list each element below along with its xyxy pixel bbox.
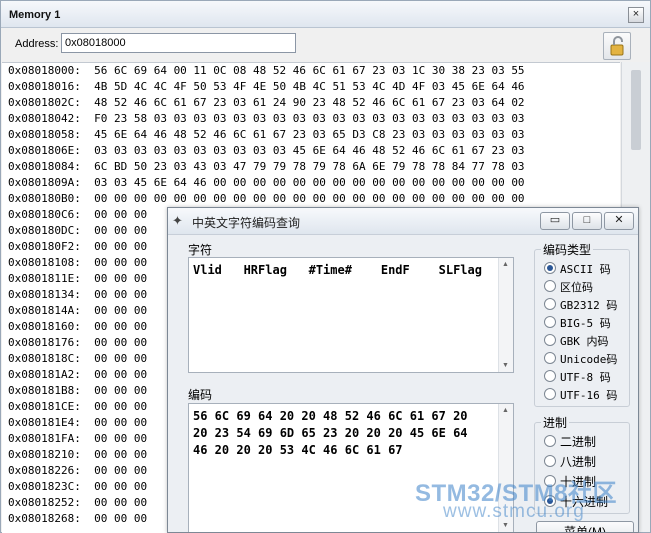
memory-row: 0x08018160: 00 00 00	[8, 320, 148, 333]
wand-icon: ✦	[172, 213, 183, 228]
radio-dot-icon[interactable]	[544, 316, 556, 328]
radio-label: GBK 内码	[560, 335, 609, 348]
memory-row: 0x0801806E: 03 03 03 03 03 03 03 03 03 0…	[8, 144, 525, 157]
address-input[interactable]: 0x08018000	[61, 33, 296, 53]
memory-row: 0x08018210: 00 00 00	[8, 448, 148, 461]
memory-row: 0x080180DC: 00 00 00	[8, 224, 148, 237]
memory-row: 0x08018226: 00 00 00	[8, 464, 148, 477]
radio-option[interactable]: 十六进制	[544, 494, 608, 510]
padlock-open-icon	[610, 36, 624, 56]
radio-label: Unicode码	[560, 353, 618, 366]
radio-option[interactable]: 区位码	[544, 280, 593, 296]
memory-row: 0x0801814A: 00 00 00	[8, 304, 148, 317]
code-label: 编码	[188, 388, 213, 402]
radio-dot-icon[interactable]	[544, 435, 556, 447]
radio-label: UTF-16 码	[560, 389, 618, 402]
memory-scrollbar-thumb[interactable]	[631, 70, 641, 150]
radio-dot-icon[interactable]	[544, 298, 556, 310]
radio-label: 八进制	[560, 455, 597, 469]
radio-dot-icon[interactable]	[544, 352, 556, 364]
radio-label: GB2312 码	[560, 299, 618, 312]
radio-label: UTF-8 码	[560, 371, 611, 384]
radio-option[interactable]: ASCII 码	[544, 262, 611, 278]
radio-dot-icon[interactable]	[544, 475, 556, 487]
memory-row: 0x08018134: 00 00 00	[8, 288, 148, 301]
memory-row: 0x080181B8: 00 00 00	[8, 384, 148, 397]
memory-row: 0x080181A2: 00 00 00	[8, 368, 148, 381]
address-label: Address:	[15, 38, 59, 50]
memory-row: 0x08018268: 00 00 00	[8, 512, 148, 525]
dialog-title: 中英文字符编码查询	[192, 216, 301, 230]
memory-row: 0x080181CE: 00 00 00	[8, 400, 148, 413]
radio-label: BIG-5 码	[560, 317, 611, 330]
lock-button[interactable]	[603, 32, 631, 60]
memory-row: 0x0801802C: 48 52 46 6C 61 67 23 03 61 2…	[8, 96, 525, 109]
radio-option[interactable]: BIG-5 码	[544, 316, 611, 332]
chars-textbox[interactable]: Vlid HRFlag #Time# EndF SLFlag ▲ ▼	[188, 257, 514, 373]
radio-dot-icon[interactable]	[544, 262, 556, 274]
memory-row: 0x0801823C: 00 00 00	[8, 480, 148, 493]
encoding-type-title: 编码类型	[541, 241, 594, 258]
radio-label: 区位码	[560, 281, 593, 294]
memory-close-button[interactable]: ×	[628, 7, 644, 23]
radix-title: 进制	[541, 414, 570, 431]
memory-window-title: Memory 1	[9, 9, 61, 21]
memory-row: 0x08018042: F0 23 58 03 03 03 03 03 03 0…	[8, 112, 525, 125]
memory-row: 0x0801818C: 00 00 00	[8, 352, 148, 365]
scroll-down-icon[interactable]: ▼	[502, 522, 509, 529]
memory-row: 0x080180F2: 00 00 00	[8, 240, 148, 253]
radio-option[interactable]: Unicode码	[544, 352, 617, 368]
chars-label: 字符	[188, 243, 213, 257]
radio-option[interactable]: UTF-16 码	[544, 388, 617, 404]
code-text: 56 6C 69 64 20 20 48 52 46 6C 61 67 20 2…	[193, 409, 468, 457]
memory-row: 0x08018108: 00 00 00	[8, 256, 148, 269]
radio-option[interactable]: GBK 内码	[544, 334, 609, 350]
memory-row: 0x080180B0: 00 00 00 00 00 00 00 00 00 0…	[8, 192, 525, 205]
memory-row: 0x08018000: 56 6C 69 64 00 11 0C 08 48 5…	[8, 64, 525, 77]
scroll-up-icon[interactable]: ▲	[502, 261, 509, 268]
memory-window-titlebar[interactable]: Memory 1 ×	[1, 1, 650, 28]
radio-option[interactable]: GB2312 码	[544, 298, 617, 314]
radio-dot-icon[interactable]	[544, 280, 556, 292]
memory-row: 0x080181E4: 00 00 00	[8, 416, 148, 429]
radio-label: ASCII 码	[560, 263, 611, 276]
memory-row: 0x080180C6: 00 00 00	[8, 208, 148, 221]
radio-dot-icon[interactable]	[544, 388, 556, 400]
dialog-titlebar[interactable]: ✦ 中英文字符编码查询 ▭ □ ✕	[168, 208, 638, 235]
radio-label: 十进制	[560, 475, 597, 489]
radio-option[interactable]: 二进制	[544, 434, 596, 450]
memory-row: 0x08018084: 6C BD 50 23 03 43 03 47 79 7…	[8, 160, 525, 173]
memory-row: 0x08018176: 00 00 00	[8, 336, 148, 349]
maximize-button[interactable]: □	[572, 212, 602, 230]
menu-button[interactable]: 菜单(M)	[536, 521, 634, 532]
chars-scrollbar[interactable]: ▲ ▼	[498, 258, 513, 372]
code-textbox[interactable]: 56 6C 69 64 20 20 48 52 46 6C 61 67 20 2…	[188, 403, 514, 532]
radio-dot-icon[interactable]	[544, 370, 556, 382]
radio-option[interactable]: UTF-8 码	[544, 370, 611, 386]
radio-option[interactable]: 十进制	[544, 474, 596, 490]
scroll-up-icon[interactable]: ▲	[502, 407, 509, 414]
radio-dot-icon[interactable]	[544, 455, 556, 467]
memory-row: 0x08018058: 45 6E 64 46 48 52 46 6C 61 6…	[8, 128, 525, 141]
memory-row: 0x0801811E: 00 00 00	[8, 272, 148, 285]
memory-row: 0x080181FA: 00 00 00	[8, 432, 148, 445]
memory-row: 0x08018016: 4B 5D 4C 4C 4F 50 53 4F 4E 5…	[8, 80, 525, 93]
code-scrollbar[interactable]: ▲ ▼	[498, 404, 513, 532]
encoding-dialog: ✦ 中英文字符编码查询 ▭ □ ✕ 字符 Vlid HRFlag #Time# …	[167, 207, 639, 533]
minimize-button[interactable]: ▭	[540, 212, 570, 230]
radio-dot-icon[interactable]	[544, 334, 556, 346]
address-bar: Address: 0x08018000	[1, 28, 650, 62]
radio-label: 二进制	[560, 435, 597, 449]
chars-text: Vlid HRFlag #Time# EndF SLFlag	[193, 263, 482, 277]
radio-dot-icon[interactable]	[544, 495, 556, 507]
dialog-close-button[interactable]: ✕	[604, 212, 634, 230]
memory-row: 0x08018252: 00 00 00	[8, 496, 148, 509]
radio-label: 十六进制	[560, 495, 609, 509]
memory-row: 0x0801809A: 03 03 45 6E 64 46 00 00 00 0…	[8, 176, 525, 189]
radio-option[interactable]: 八进制	[544, 454, 596, 470]
scroll-down-icon[interactable]: ▼	[502, 362, 509, 369]
